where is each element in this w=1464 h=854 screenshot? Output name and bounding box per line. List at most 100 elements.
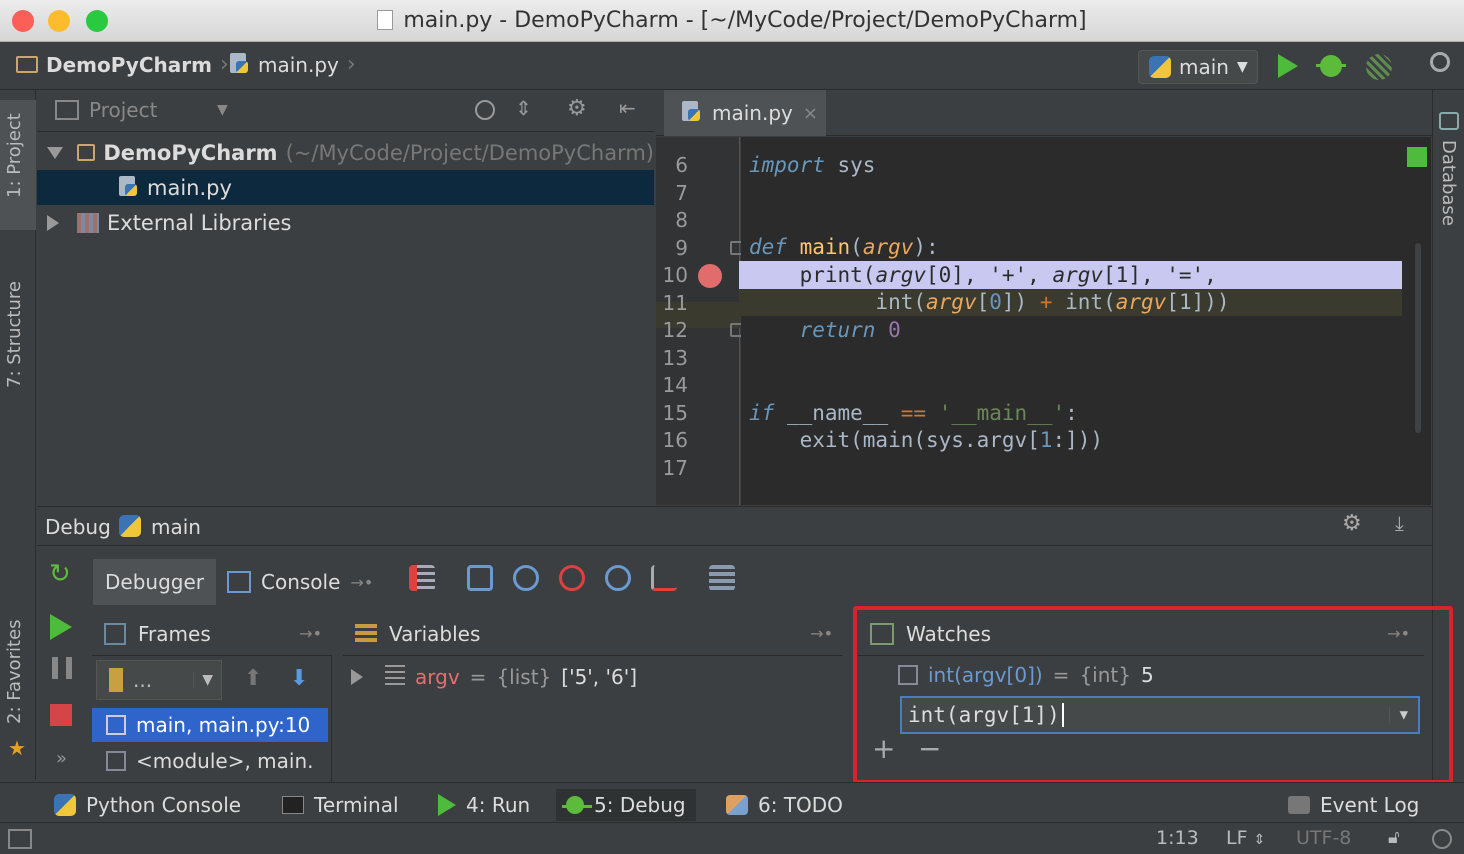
debug-title: Debug bbox=[45, 515, 111, 539]
show-execution-point-icon[interactable] bbox=[409, 565, 435, 591]
favorites-tool-label[interactable]: 2: Favorites bbox=[4, 619, 25, 724]
expand-icon[interactable] bbox=[351, 669, 363, 685]
gear-icon[interactable]: ⚙ bbox=[567, 96, 587, 121]
resume-icon[interactable] bbox=[50, 614, 72, 640]
database-icon bbox=[1439, 112, 1459, 130]
tab-console[interactable]: Console →• bbox=[215, 559, 385, 605]
rerun-icon[interactable]: ↻ bbox=[49, 559, 75, 589]
stop-icon[interactable] bbox=[50, 704, 72, 726]
chevron-down-icon: ▼ bbox=[1236, 59, 1248, 75]
window-title-text: main.py - DemoPyCharm - [~/MyCode/Projec… bbox=[403, 8, 1087, 33]
frames-header: Frames →• bbox=[92, 612, 332, 656]
collapse-all-icon[interactable]: ⇕ bbox=[515, 96, 532, 120]
close-tab-icon[interactable]: × bbox=[803, 103, 818, 124]
inspector-icon[interactable] bbox=[1432, 829, 1452, 849]
variables-icon bbox=[355, 623, 377, 644]
arrow-down-icon[interactable]: ⬇ bbox=[290, 666, 308, 691]
code-line-12: return 0 bbox=[799, 318, 901, 342]
star-icon: ★ bbox=[8, 736, 26, 760]
root-folder-name: DemoPyCharm bbox=[103, 140, 278, 165]
code-editor[interactable]: import sys def main(argv): print(argv[0]… bbox=[739, 137, 1431, 505]
breakpoint-icon[interactable] bbox=[698, 264, 722, 288]
force-step-into-icon[interactable] bbox=[559, 565, 585, 591]
inspection-status-icon[interactable] bbox=[1407, 147, 1427, 167]
breadcrumb-file[interactable]: main.py › bbox=[228, 52, 356, 77]
chevron-down-icon[interactable]: ▼ bbox=[217, 102, 228, 118]
variable-name: argv bbox=[415, 665, 460, 689]
tab-debugger[interactable]: Debugger bbox=[93, 559, 216, 605]
thread-select[interactable]: ... ▼ bbox=[96, 660, 222, 700]
line-number: 7 bbox=[675, 181, 688, 205]
code-line-15: if __name__ == '__main__': bbox=[749, 401, 1078, 425]
caret-position[interactable]: 1:13 bbox=[1156, 827, 1199, 849]
python-icon bbox=[54, 794, 76, 816]
tree-row-external-libraries[interactable]: External Libraries bbox=[37, 205, 654, 240]
todo-tool[interactable]: 6: TODO bbox=[716, 789, 853, 821]
python-console-tool[interactable]: Python Console bbox=[44, 789, 251, 821]
coverage-button[interactable] bbox=[1366, 54, 1392, 80]
editor-tab-main-py[interactable]: main.py × bbox=[664, 90, 826, 136]
more-actions-icon[interactable]: » bbox=[56, 748, 67, 769]
tree-row-root[interactable]: DemoPyCharm (~/MyCode/Project/DemoPyChar… bbox=[37, 135, 654, 170]
line-number: 17 bbox=[662, 456, 688, 480]
list-item[interactable]: <module>, main. bbox=[92, 744, 328, 778]
structure-tool-label[interactable]: 7: Structure bbox=[4, 281, 25, 388]
editor-tab-bar: main.py × bbox=[656, 90, 1432, 136]
hide-panel-icon[interactable]: ⇤ bbox=[619, 96, 636, 120]
speech-bubble-icon bbox=[1288, 796, 1310, 814]
breadcrumb-project-label: DemoPyCharm bbox=[46, 52, 212, 77]
line-separator[interactable]: LF ⇕ bbox=[1226, 827, 1265, 849]
run-to-cursor-icon[interactable] bbox=[651, 565, 677, 591]
toggle-tool-buttons-icon[interactable] bbox=[8, 829, 32, 849]
tool-window-bar: Python Console Terminal 4: Run 5: Debug … bbox=[0, 782, 1464, 822]
search-icon[interactable] bbox=[1430, 52, 1450, 72]
pin-icon[interactable]: →• bbox=[810, 624, 833, 643]
variables-header: Variables →• bbox=[343, 612, 843, 656]
hide-panel-icon[interactable]: ⤓ bbox=[1395, 511, 1404, 535]
database-tool-label[interactable]: Database bbox=[1438, 140, 1459, 226]
file-encoding[interactable]: UTF-8 bbox=[1296, 827, 1351, 849]
code-line-6: import sys bbox=[749, 153, 876, 177]
python-icon bbox=[119, 515, 141, 537]
chevron-down-icon: ▼ bbox=[193, 672, 221, 688]
run-config-select[interactable]: main ▼ bbox=[1138, 50, 1258, 84]
pin-icon[interactable]: →• bbox=[350, 573, 373, 592]
line-number: 13 bbox=[662, 346, 688, 370]
debug-button[interactable] bbox=[1316, 55, 1346, 77]
event-log-tool[interactable]: Event Log bbox=[1278, 789, 1429, 821]
run-button[interactable] bbox=[1278, 54, 1298, 78]
library-icon bbox=[77, 212, 99, 233]
lock-icon[interactable]: 🔓︎ bbox=[1388, 827, 1400, 848]
folder-icon bbox=[16, 56, 38, 73]
breadcrumb-project[interactable]: DemoPyCharm › bbox=[16, 52, 229, 77]
evaluate-expression-icon[interactable] bbox=[709, 565, 735, 591]
event-log-label: Event Log bbox=[1320, 793, 1420, 817]
folder-icon bbox=[77, 144, 96, 161]
scroll-from-source-icon[interactable] bbox=[475, 100, 495, 120]
frames-title: Frames bbox=[138, 621, 211, 646]
debug-tool-header: Debug main ⚙ ⤓ bbox=[37, 506, 1432, 546]
python-file-icon bbox=[117, 175, 139, 200]
terminal-tool[interactable]: Terminal bbox=[272, 789, 409, 821]
debug-tool[interactable]: 5: Debug bbox=[556, 789, 696, 821]
pause-icon[interactable] bbox=[52, 657, 72, 679]
step-into-icon[interactable] bbox=[513, 565, 539, 591]
run-tool[interactable]: 4: Run bbox=[428, 789, 540, 821]
expand-icon[interactable] bbox=[47, 146, 63, 159]
line-number: 6 bbox=[675, 153, 688, 177]
arrow-up-icon[interactable]: ⬆ bbox=[244, 666, 262, 691]
editor-tab-label: main.py bbox=[712, 101, 793, 125]
gear-icon[interactable]: ⚙ bbox=[1342, 511, 1362, 536]
table-row[interactable]: argv = {list} ['5', '6'] bbox=[343, 660, 843, 694]
project-tool-label[interactable]: 1: Project bbox=[4, 113, 25, 198]
tree-row-main-py[interactable]: main.py bbox=[37, 170, 654, 205]
step-out-icon[interactable] bbox=[605, 565, 631, 591]
expand-icon[interactable] bbox=[47, 214, 59, 231]
step-over-icon[interactable] bbox=[467, 565, 493, 591]
pin-icon[interactable]: →• bbox=[299, 624, 322, 643]
list-item[interactable]: main, main.py:10 bbox=[92, 708, 328, 742]
vertical-scrollbar[interactable] bbox=[1415, 243, 1421, 433]
variables-panel: Variables →• argv = {list} ['5', '6'] bbox=[343, 612, 843, 782]
project-view-select[interactable]: Project bbox=[89, 98, 157, 122]
variable-type: {list} bbox=[496, 665, 552, 689]
